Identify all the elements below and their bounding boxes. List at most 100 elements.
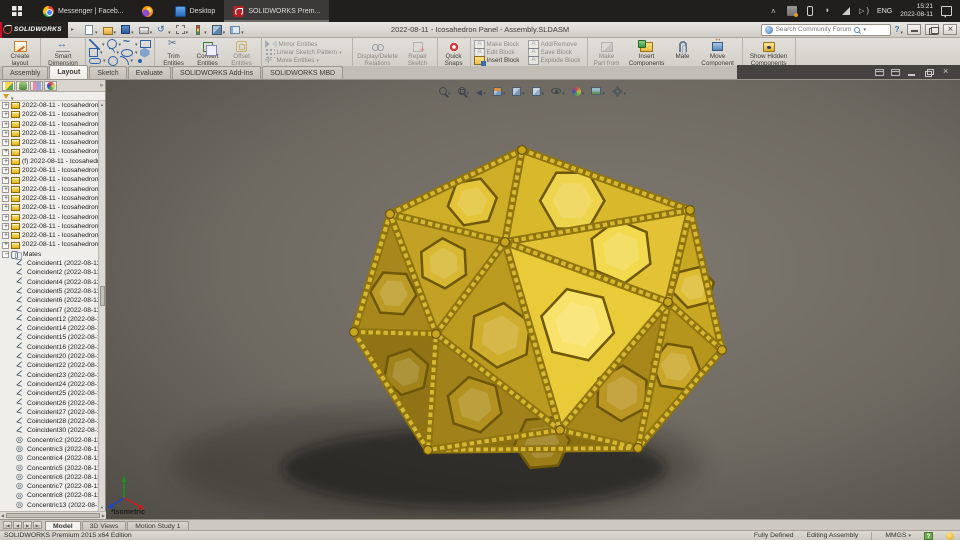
ribbon-tab[interactable]: SOLIDWORKS MBD — [262, 66, 344, 79]
tree-expand-icon[interactable] — [2, 157, 9, 166]
restore-button[interactable] — [925, 24, 939, 35]
tree-item[interactable]: 2022-08-11 - Icosahedron Pa — [0, 129, 105, 138]
quick-access-button[interactable] — [211, 20, 227, 40]
tree-item[interactable]: 2022-08-11 - Icosahedron Pa — [0, 110, 105, 120]
dropdown-arrow-icon[interactable] — [186, 21, 189, 39]
tree-item[interactable]: 2022-08-11 - Icosahedron Pa — [0, 101, 105, 110]
scroll-right-icon[interactable] — [102, 513, 105, 518]
parallelogram-dropdown-icon[interactable] — [100, 49, 103, 56]
tree-item[interactable]: 2022-08-11 - Icosahedron Pa — [0, 194, 105, 203]
dropdown-arrow-icon[interactable] — [114, 21, 117, 39]
tree-item[interactable]: Coincident12 (2022-08-1 — [0, 315, 105, 324]
tree-expand-icon[interactable] — [2, 110, 9, 120]
last-tab-icon[interactable] — [33, 521, 42, 529]
tray-audio-icon[interactable] — [823, 6, 833, 16]
tray-volume-icon[interactable] — [859, 6, 869, 16]
hud-button[interactable] — [512, 82, 525, 100]
slot-dropdown-icon[interactable] — [103, 57, 106, 64]
quick-access-button[interactable] — [229, 20, 245, 40]
ribbon-tab[interactable]: Sketch — [89, 66, 127, 79]
search-icon[interactable] — [854, 26, 861, 33]
doc-minimize-icon[interactable] — [907, 68, 917, 77]
tree-item[interactable]: Concentric13 (2022-08-1 — [0, 500, 105, 510]
tree-expand-icon[interactable] — [2, 203, 9, 213]
quick-access-button[interactable] — [102, 20, 118, 40]
tree-item[interactable]: 2022-08-11 - Icosahedron Pa — [0, 240, 105, 250]
quick-access-button[interactable] — [83, 20, 99, 40]
tree-item[interactable]: Coincident24 (2022-08-1 — [0, 380, 105, 389]
tree-expand-icon[interactable] — [2, 194, 9, 203]
status-help-icon[interactable] — [924, 531, 933, 540]
tray-chevron-icon[interactable] — [769, 6, 779, 16]
move-entities-dropdown-icon[interactable] — [316, 57, 319, 64]
tree-item[interactable]: Coincident2 (2022-08-11 — [0, 268, 105, 277]
tree-expand-icon[interactable] — [2, 147, 9, 157]
help-button[interactable] — [895, 21, 903, 39]
doc-close-icon[interactable] — [941, 66, 951, 77]
tree-expand-icon[interactable] — [2, 175, 9, 185]
dropdown-arrow-icon[interactable] — [204, 21, 207, 39]
hud-button[interactable] — [612, 82, 627, 100]
tree-horizontal-scrollbar[interactable] — [0, 511, 106, 519]
scroll-down-icon[interactable] — [99, 504, 105, 511]
point-tool-icon[interactable] — [138, 58, 143, 63]
hud-button[interactable] — [531, 82, 545, 100]
hud-button[interactable] — [439, 82, 451, 100]
tray-updates-icon[interactable] — [787, 6, 799, 17]
tree-item[interactable]: 2022-08-11 - Icosahedron Pa — [0, 147, 105, 157]
ribbon-tab[interactable]: Layout — [49, 65, 89, 79]
search-dropdown-icon[interactable] — [863, 26, 866, 33]
search-box[interactable]: Search Community Forum — [760, 23, 891, 36]
ribbon-tab[interactable]: SOLIDWORKS Add-Ins — [171, 66, 262, 79]
menu-expand-arrow[interactable]: ▸ — [71, 26, 74, 33]
scroll-thumb[interactable] — [99, 285, 105, 306]
tree-expand-icon[interactable] — [2, 166, 9, 175]
tree-item[interactable]: Coincident16 (2022-08-1 — [0, 343, 105, 352]
tree-item[interactable]: 2022-08-11 - Icosahedron Pa — [0, 138, 105, 147]
slot-tool-icon[interactable] — [89, 57, 101, 64]
dropdown-arrow-icon[interactable] — [223, 21, 226, 39]
tree-expand-icon[interactable] — [2, 222, 9, 231]
tree-item[interactable]: 2022-08-11 - Icosahedron Pa — [0, 231, 105, 240]
tree-item[interactable]: 2022-08-11 - Icosahedron Pa — [0, 222, 105, 231]
tree-item[interactable]: 2022-08-11 - Icosahedron Pa — [0, 175, 105, 185]
tree-expand-icon[interactable] — [2, 129, 9, 138]
tree-expand-icon[interactable] — [2, 138, 9, 147]
graphics-viewport[interactable]: *Isometric — [106, 80, 960, 519]
next-tab-icon[interactable] — [23, 521, 32, 529]
tree-item[interactable]: 2022-08-11 - Icosahedron Pa — [0, 120, 105, 129]
tree-expand-icon[interactable] — [2, 101, 9, 110]
quick-access-button[interactable] — [175, 20, 190, 40]
quick-access-button[interactable] — [138, 20, 154, 40]
units-selector[interactable]: MMGS — [885, 532, 911, 539]
bottom-tab[interactable]: 3D Views — [81, 520, 127, 531]
hud-button[interactable] — [457, 82, 470, 100]
tree-item[interactable]: Coincident1 (2022-08-11 — [0, 259, 105, 268]
parallelogram-tool-icon[interactable] — [89, 48, 98, 58]
spline-tool-icon[interactable] — [123, 34, 133, 49]
tray-phone-icon[interactable] — [807, 6, 814, 16]
previous-tab-icon[interactable] — [13, 521, 22, 529]
tree-expand-icon[interactable] — [2, 240, 9, 250]
hud-button[interactable] — [571, 82, 585, 100]
tree-item[interactable]: Coincident6 (2022-08-11 — [0, 296, 105, 305]
tree-item[interactable]: Coincident22 (2022-08-1 — [0, 361, 105, 370]
line-dropdown-icon[interactable] — [102, 41, 105, 48]
panel-tab-displaymanager[interactable] — [44, 80, 57, 91]
close-button[interactable] — [943, 24, 957, 35]
notifications-icon[interactable] — [941, 6, 952, 18]
ribbon-tab[interactable]: Assembly — [2, 66, 49, 79]
dropdown-arrow-icon[interactable] — [95, 21, 98, 39]
move-entities-button[interactable]: Move Entities — [265, 55, 349, 66]
viewport-canvas[interactable] — [106, 80, 960, 519]
quick-access-button[interactable] — [192, 20, 208, 40]
scroll-up-icon[interactable] — [99, 101, 105, 108]
tree-expand-icon[interactable] — [2, 213, 9, 222]
hud-button[interactable] — [492, 82, 506, 100]
hud-button[interactable] — [476, 82, 486, 100]
dropdown-arrow-icon[interactable] — [241, 21, 244, 39]
arc-dropdown-icon[interactable] — [117, 49, 120, 56]
explode-block-button[interactable]: Explode Block — [527, 56, 584, 66]
hscroll-thumb[interactable] — [6, 513, 100, 518]
hud-button[interactable] — [591, 82, 605, 100]
